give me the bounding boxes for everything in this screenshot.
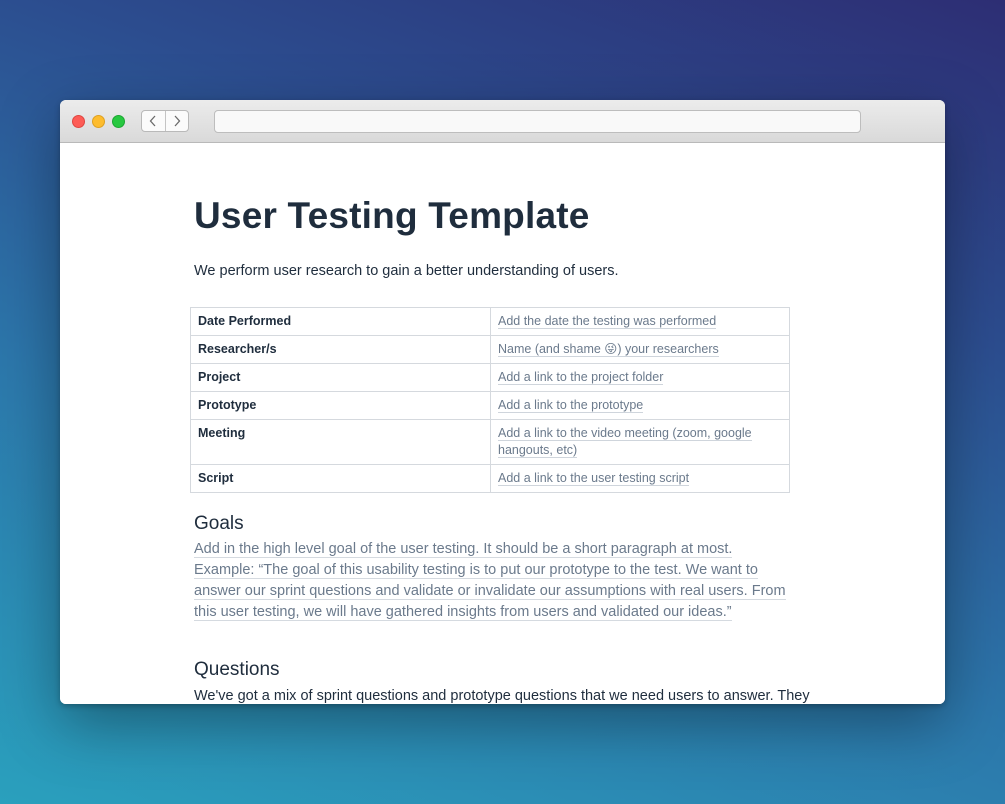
- goals-text-block[interactable]: Add in the high level goal of the user t…: [194, 539, 790, 623]
- maximize-window-button[interactable]: [112, 115, 125, 128]
- row-value: Add a link to the project folder: [498, 370, 664, 385]
- row-value-cell[interactable]: Add a link to the video meeting (zoom, g…: [490, 419, 790, 465]
- table-row: Project Add a link to the project folder: [190, 363, 790, 392]
- row-label: Researcher/s: [190, 335, 491, 364]
- table-row: Prototype Add a link to the prototype: [190, 391, 790, 420]
- row-value-cell[interactable]: Add a link to the user testing script: [490, 464, 790, 493]
- minimize-window-button[interactable]: [92, 115, 105, 128]
- row-label: Meeting: [190, 419, 491, 465]
- address-bar[interactable]: [214, 110, 861, 133]
- table-row: Researcher/s Name (and shame 😜) your res…: [190, 335, 790, 364]
- table-row: Meeting Add a link to the video meeting …: [190, 419, 790, 465]
- row-label: Project: [190, 363, 491, 392]
- row-value: Add the date the testing was performed: [498, 314, 717, 329]
- row-label: Date Performed: [190, 307, 491, 336]
- row-value-cell[interactable]: Add a link to the project folder: [490, 363, 790, 392]
- row-value-cell[interactable]: Add a link to the prototype: [490, 391, 790, 420]
- browser-window: User Testing Template We perform user re…: [60, 100, 945, 704]
- chevron-right-icon: [174, 115, 181, 127]
- row-value: Name (and shame 😜) your researchers: [498, 342, 719, 357]
- chevron-left-icon: [149, 115, 156, 127]
- close-window-button[interactable]: [72, 115, 85, 128]
- title-bar: [60, 100, 945, 143]
- row-value-cell[interactable]: Name (and shame 😜) your researchers: [490, 335, 790, 364]
- row-label: Script: [190, 464, 491, 493]
- table-row: Script Add a link to the user testing sc…: [190, 464, 790, 493]
- questions-text-block: We've got a mix of sprint questions and …: [194, 686, 810, 704]
- row-label: Prototype: [190, 391, 491, 420]
- back-button[interactable]: [142, 111, 165, 131]
- page-content: User Testing Template We perform user re…: [60, 143, 945, 704]
- intro-text: We perform user research to gain a bette…: [194, 263, 619, 279]
- questions-heading: Questions: [194, 659, 280, 680]
- row-value: Add a link to the video meeting (zoom, g…: [498, 426, 752, 458]
- info-table: Date Performed Add the date the testing …: [190, 307, 790, 493]
- row-value: Add a link to the prototype: [498, 398, 644, 413]
- questions-text: We've got a mix of sprint questions and …: [194, 688, 810, 704]
- goals-heading: Goals: [194, 513, 244, 534]
- page-title: User Testing Template: [194, 195, 590, 236]
- forward-button[interactable]: [164, 111, 189, 131]
- goals-text: Add in the high level goal of the user t…: [194, 541, 786, 621]
- table-row: Date Performed Add the date the testing …: [190, 307, 790, 336]
- navigation-buttons: [141, 110, 189, 132]
- row-value: Add a link to the user testing script: [498, 471, 690, 486]
- row-value-cell[interactable]: Add the date the testing was performed: [490, 307, 790, 336]
